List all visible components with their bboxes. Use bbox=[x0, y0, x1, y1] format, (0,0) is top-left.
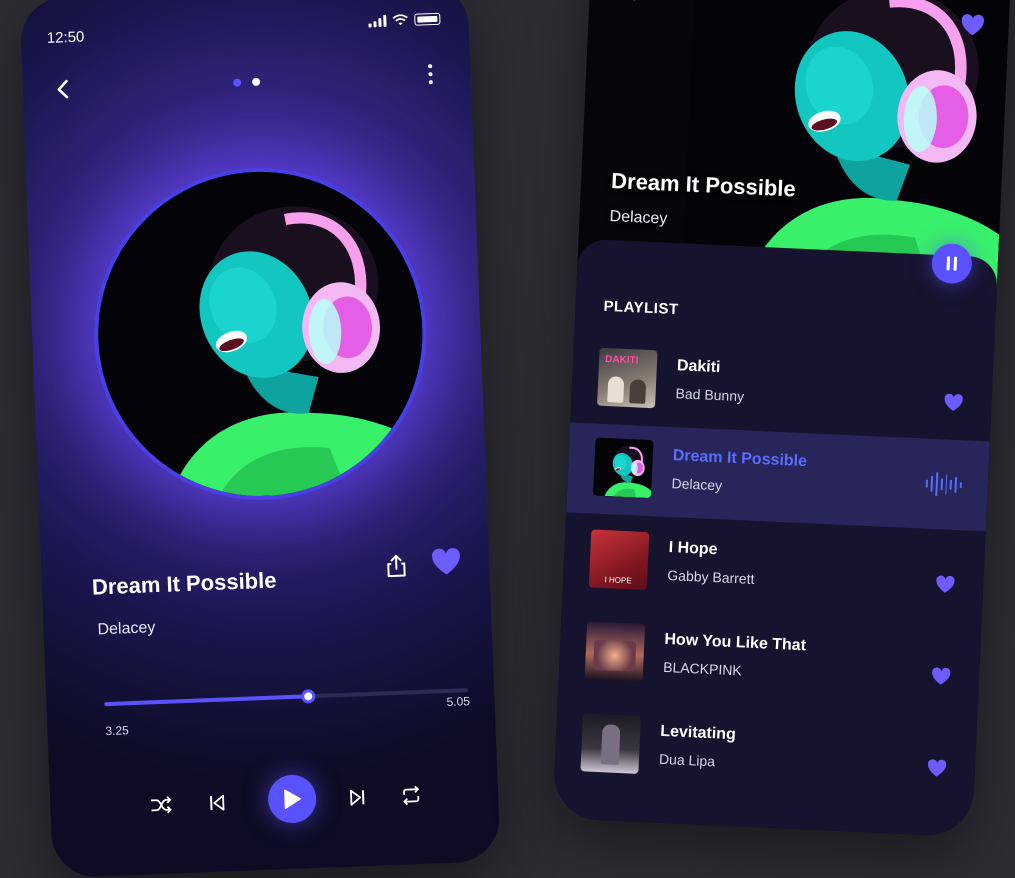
battery-icon bbox=[414, 12, 441, 26]
favorite-button[interactable] bbox=[927, 759, 948, 778]
playlist-heading: PLAYLIST bbox=[603, 297, 679, 319]
play-button[interactable] bbox=[267, 774, 318, 824]
pause-icon bbox=[946, 256, 951, 271]
heart-icon bbox=[961, 14, 985, 36]
playlist-item[interactable]: Levitating Dua Lipa bbox=[554, 698, 978, 807]
previous-button[interactable] bbox=[204, 789, 231, 816]
progress-bar[interactable] bbox=[104, 688, 469, 707]
shuffle-button[interactable] bbox=[148, 792, 175, 819]
heart-icon bbox=[944, 393, 963, 411]
wifi-icon bbox=[392, 14, 408, 26]
track-name: Levitating bbox=[659, 722, 737, 744]
page-dot-1[interactable] bbox=[232, 78, 242, 87]
favorite-button[interactable] bbox=[943, 393, 964, 412]
heart-icon bbox=[936, 575, 955, 593]
status-time: 12:50 bbox=[46, 28, 85, 47]
play-icon bbox=[284, 789, 301, 810]
playlist-sheet: PLAYLIST DAKITI Dakiti Bad Bunny Dream I… bbox=[552, 238, 999, 838]
playlist-item[interactable]: I HOPE I Hope Gabby Barrett bbox=[562, 514, 986, 623]
status-bar: 12:50 bbox=[42, 7, 447, 48]
skip-previous-icon bbox=[210, 794, 225, 811]
track-thumbnail bbox=[592, 437, 654, 499]
track-artist: Dua Lipa bbox=[658, 750, 716, 770]
favorite-button[interactable] bbox=[935, 575, 956, 594]
player-screen: 12:50 Dream It Possible Delacey 3.25 5.0… bbox=[19, 0, 501, 878]
signal-icon bbox=[368, 14, 387, 28]
progress-fill bbox=[104, 694, 309, 707]
track-thumbnail: DAKITI bbox=[597, 347, 658, 409]
more-options-button[interactable] bbox=[420, 59, 441, 90]
thumbnail-cover-text: DAKITI bbox=[604, 353, 639, 367]
pause-button[interactable] bbox=[930, 242, 973, 285]
repeat-icon bbox=[403, 785, 420, 806]
status-icons bbox=[368, 12, 441, 28]
share-icon bbox=[387, 554, 406, 578]
track-name: I Hope bbox=[668, 539, 718, 559]
chevron-left-icon bbox=[57, 79, 69, 99]
chevron-left-icon bbox=[625, 0, 637, 1]
heart-icon bbox=[432, 548, 460, 575]
track-artist: Bad Bunny bbox=[675, 385, 745, 405]
track-artist: Delacey bbox=[97, 619, 156, 639]
heart-icon bbox=[932, 667, 951, 685]
hero-track-artist: Delacey bbox=[609, 208, 668, 228]
hero-favorite-button[interactable] bbox=[960, 14, 985, 37]
heart-icon bbox=[928, 759, 947, 777]
album-cover bbox=[92, 165, 429, 503]
share-button[interactable] bbox=[383, 552, 410, 579]
playlist-item[interactable]: How You Like That BLACKPINK bbox=[558, 606, 982, 715]
playback-controls bbox=[147, 769, 449, 830]
playlist-screen: Dream It Possible Delacey PLAYLIST DAKIT… bbox=[552, 0, 1012, 838]
next-button[interactable] bbox=[344, 784, 371, 811]
track-thumbnail bbox=[584, 621, 646, 682]
track-thumbnail bbox=[580, 713, 641, 774]
track-thumbnail: I HOPE bbox=[588, 529, 650, 591]
track-name: Dakiti bbox=[676, 357, 721, 377]
page-dot-2[interactable] bbox=[251, 77, 261, 87]
back-button[interactable] bbox=[48, 75, 77, 104]
playlist-item-active[interactable]: Dream It Possible Delacey bbox=[566, 422, 990, 532]
progress-knob[interactable] bbox=[300, 689, 316, 704]
track-artist: Gabby Barrett bbox=[667, 567, 755, 587]
more-vertical-icon bbox=[428, 64, 433, 69]
track-artist: BLACKPINK bbox=[662, 658, 743, 679]
track-name: Dream It Possible bbox=[672, 447, 808, 471]
album-cover-ring bbox=[88, 161, 433, 507]
skip-next-icon bbox=[350, 789, 365, 806]
shuffle-icon bbox=[151, 796, 172, 814]
thumbnail-cover-text: I HOPE bbox=[604, 575, 632, 586]
repeat-button[interactable] bbox=[398, 782, 425, 809]
track-name: How You Like That bbox=[664, 630, 807, 655]
hero-back-button[interactable] bbox=[623, 0, 648, 5]
player-top-nav bbox=[42, 56, 451, 108]
current-time: 3.25 bbox=[105, 723, 130, 739]
total-time: 5.05 bbox=[446, 694, 471, 710]
favorite-button[interactable] bbox=[931, 667, 952, 686]
track-artist: Delacey bbox=[671, 475, 723, 494]
page-indicator bbox=[232, 77, 261, 87]
waveform-icon bbox=[925, 471, 962, 499]
favorite-button[interactable] bbox=[431, 547, 462, 576]
track-title: Dream It Possible bbox=[91, 567, 277, 600]
album-cover-image bbox=[92, 166, 428, 502]
